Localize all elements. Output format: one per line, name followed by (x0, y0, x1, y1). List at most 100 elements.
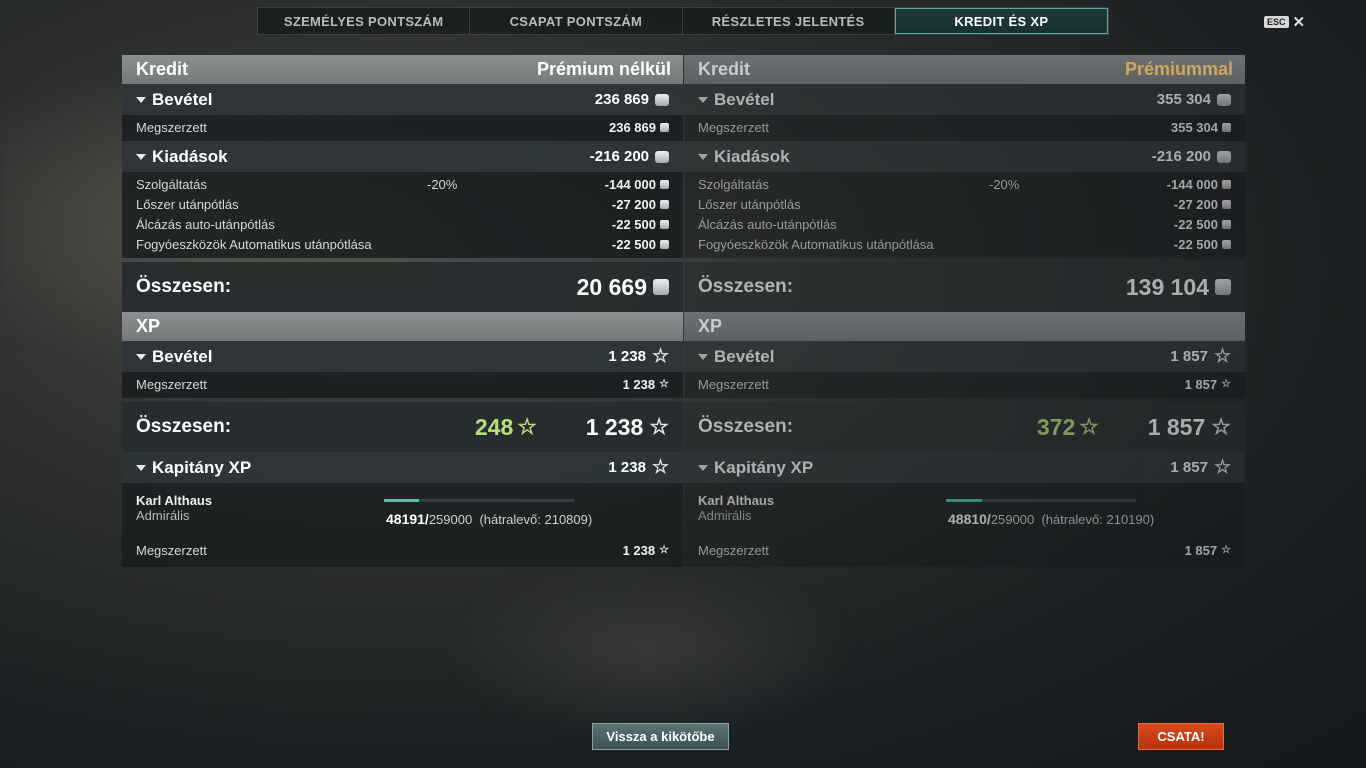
total-label: Összesen: (698, 276, 794, 297)
panel-no-premium: Kredit Prémium nélkül Bevétel 236 869 Me… (122, 55, 683, 567)
tab-credit-xp[interactable]: KREDIT ÉS XP (894, 8, 1108, 34)
close-icon: ✕ (1292, 14, 1306, 31)
panel-premium: Kredit Prémiummal Bevétel 355 304 Megsze… (684, 55, 1245, 567)
xp-income-label: Bevétel (714, 346, 775, 366)
expense-value: -22 500 (611, 236, 656, 252)
captain-progress-fill (946, 499, 982, 502)
captain-details: Karl Althaus Admirális 48810/259000 (hát… (684, 483, 1245, 567)
captain-earned-value: 1 857 (1184, 543, 1218, 558)
collapse-triangle-icon (136, 353, 146, 360)
income-section[interactable]: Bevétel 355 304 (684, 84, 1245, 115)
credit-mode: Prémiummal (1124, 59, 1233, 79)
expense-value: -27 200 (611, 196, 656, 212)
xp-title: XP (136, 316, 161, 336)
xp-earned-label: Megszerzett (698, 376, 769, 392)
back-to-port-button[interactable]: Vissza a kikötőbe (592, 723, 729, 750)
captain-xp-max: 259000 (428, 512, 473, 527)
credit-coin-icon (655, 93, 669, 106)
captain-xp-value: 1 857 (1170, 459, 1208, 476)
collapse-triangle-icon (698, 353, 708, 360)
xp-bonus-value: 372 (1036, 413, 1076, 440)
xp-income-section[interactable]: Bevétel 1 857 ☆ (684, 341, 1245, 372)
collapse-triangle-icon (136, 96, 146, 103)
earned-label: Megszerzett (698, 119, 769, 135)
credit-coin-icon (660, 219, 669, 229)
expenses-section[interactable]: Kiadások -216 200 (122, 141, 683, 172)
captain-xp-remaining: (hátralevő: 210809) (479, 512, 593, 527)
captain-earned-row: Megszerzett 1 238 ☆ (136, 543, 669, 558)
list-item: Álcázás auto-utánpótlás -22 500 (684, 214, 1245, 234)
list-item: Lőszer utánpótlás -27 200 (122, 194, 683, 214)
credit-coin-icon (660, 122, 669, 132)
tab-detailed-report[interactable]: RÉSZLETES JELENTÉS (683, 8, 895, 34)
income-section[interactable]: Bevétel 236 869 (122, 84, 683, 115)
xp-header: XP (684, 312, 1245, 341)
credit-mode: Prémium nélkül (536, 59, 671, 79)
credit-coin-icon (1222, 179, 1231, 189)
xp-income-value: 1 857 (1170, 348, 1208, 365)
income-rows: Megszerzett 355 304 (684, 115, 1245, 141)
expense-value: -22 500 (611, 216, 656, 232)
expense-rows: Szolgáltatás -20% -144 000 Lőszer utánpó… (122, 172, 683, 258)
xp-income-rows: Megszerzett 1 857 ☆ (684, 372, 1245, 398)
captain-earned-label: Megszerzett (698, 543, 769, 558)
credit-coin-icon (655, 150, 669, 163)
expenses-label: Kiadások (152, 146, 228, 166)
list-item: Megszerzett 1 857 ☆ (684, 374, 1245, 394)
credit-coin-icon (1215, 279, 1231, 295)
earned-label: Megszerzett (136, 119, 207, 135)
credit-header: Kredit Prémiummal (684, 55, 1245, 84)
xp-total-row: Összesen: 372 ☆ 1 857 ☆ (684, 402, 1245, 452)
credit-coin-icon (1222, 219, 1231, 229)
earned-value: 236 869 (609, 119, 656, 135)
collapse-triangle-icon (136, 153, 146, 160)
captain-xp-section[interactable]: Kapitány XP 1 857 ☆ (684, 452, 1245, 483)
close-button[interactable]: ESC ✕ (1264, 13, 1305, 31)
free-xp-star-icon: ☆ (1079, 414, 1099, 439)
captain-xp-max: 259000 (990, 512, 1035, 527)
income-label: Bevétel (152, 89, 213, 109)
expense-name: Álcázás auto-utánpótlás (698, 216, 837, 232)
income-rows: Megszerzett 236 869 (122, 115, 683, 141)
expenses-section[interactable]: Kiadások -216 200 (684, 141, 1245, 172)
tab-personal-score[interactable]: SZEMÉLYES PONTSZÁM (258, 8, 471, 34)
expense-name: Álcázás auto-utánpótlás (136, 216, 275, 232)
credit-coin-icon (1222, 122, 1231, 132)
expense-name: Lőszer utánpótlás (136, 196, 239, 212)
xp-income-section[interactable]: Bevétel 1 238 ☆ (122, 341, 683, 372)
xp-total-value: 1 238 (585, 413, 644, 440)
collapse-triangle-icon (698, 153, 708, 160)
captain-progress-fill (384, 499, 420, 502)
credit-coin-icon (1222, 199, 1231, 209)
xp-earned-value: 1 857 (1184, 376, 1218, 392)
expense-name: Szolgáltatás (698, 176, 769, 192)
captain-earned-value: 1 238 (622, 543, 656, 558)
expenses-label: Kiadások (714, 146, 790, 166)
xp-star-icon: ☆ (1213, 346, 1231, 367)
expenses-value: -216 200 (1151, 148, 1211, 165)
captain-earned-row: Megszerzett 1 857 ☆ (698, 543, 1231, 558)
xp-star-icon: ☆ (1213, 457, 1231, 478)
xp-star-icon: ☆ (1221, 544, 1231, 556)
earned-value: 355 304 (1171, 119, 1218, 135)
captain-xp-section[interactable]: Kapitány XP 1 238 ☆ (122, 452, 683, 483)
free-xp-star-icon: ☆ (517, 414, 537, 439)
captain-xp-current: 48810/ (948, 511, 991, 527)
captain-xp-value: 1 238 (608, 459, 646, 476)
battle-button[interactable]: CSATA! (1138, 723, 1224, 750)
xp-star-icon: ☆ (659, 544, 669, 556)
captain-progress-bar (384, 499, 574, 502)
xp-total-value: 1 857 (1147, 413, 1206, 440)
captain-earned-label: Megszerzett (136, 543, 207, 558)
collapse-triangle-icon (698, 96, 708, 103)
xp-total-label: Összesen: (698, 416, 794, 437)
xp-total-row: Összesen: 248 ☆ 1 238 ☆ (122, 402, 683, 452)
tab-team-score[interactable]: CSAPAT PONTSZÁM (470, 8, 683, 34)
xp-earned-label: Megszerzett (136, 376, 207, 392)
xp-title: XP (698, 316, 723, 336)
expense-name: Fogyóeszközök Automatikus utánpótlása (136, 236, 372, 252)
xp-income-rows: Megszerzett 1 238 ☆ (122, 372, 683, 398)
xp-star-icon: ☆ (651, 457, 669, 478)
expense-percent: -20% (427, 176, 458, 192)
list-item: Megszerzett 355 304 (684, 117, 1245, 137)
